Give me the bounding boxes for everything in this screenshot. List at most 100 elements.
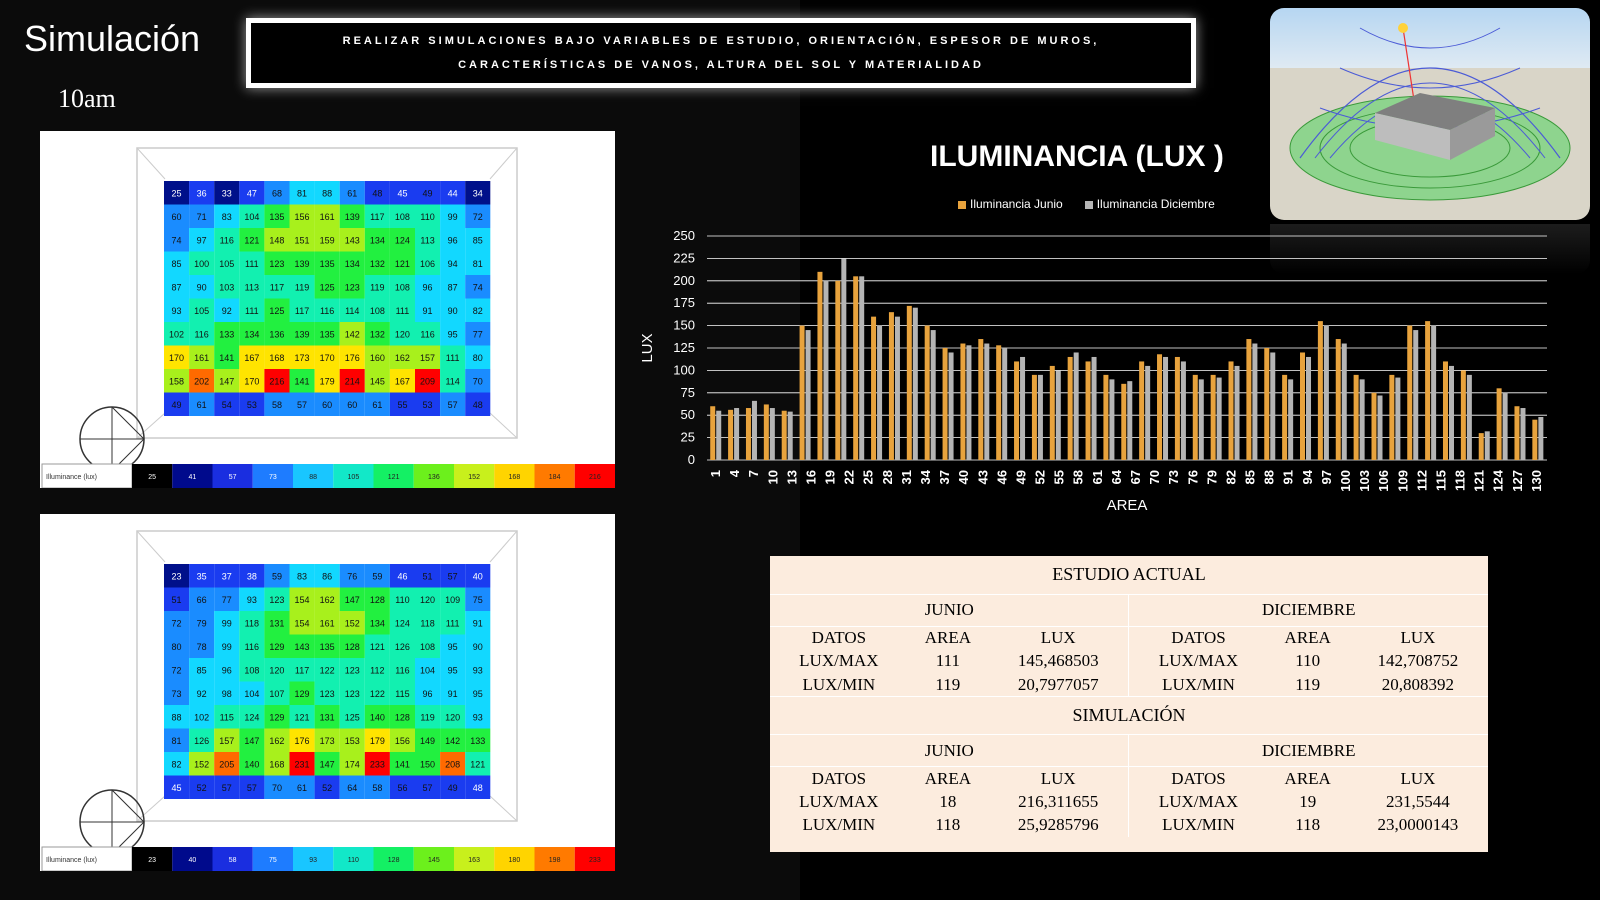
heat-cell-value: 108 [420,642,435,652]
heat-cell-value: 152 [194,759,209,769]
x-tick-label: 1 [708,470,723,477]
col-lux: LUX [988,766,1129,790]
sun-path-illustration [1270,8,1590,220]
heat-cell-value: 128 [345,642,360,652]
heat-cell-value: 161 [194,353,209,363]
bar-diciembre [823,280,829,460]
sun-path-svg [1270,8,1590,220]
heat-cell-value: 115 [395,689,409,699]
heat-cell-value: 45 [172,783,182,793]
heat-cell-value: 111 [446,353,460,363]
heat-cell-value: 38 [247,571,257,581]
row-label: LUX/MIN [802,815,876,835]
heat-cell-value: 104 [244,212,259,222]
heat-cell-value: 103 [219,282,234,292]
cell-area: 118 [935,815,961,835]
bar-junio [1228,361,1234,460]
heat-cell-value: 120 [420,595,435,605]
bar-junio [710,406,716,460]
x-tick-label: 10 [765,470,780,484]
heat-cell-value: 77 [222,595,232,605]
heat-cell-value: 52 [322,783,332,793]
heat-cell-value: 124 [395,618,410,628]
heat-cell-value: 83 [222,212,232,222]
heat-cell-value: 77 [473,329,483,339]
heat-cell-value: 109 [445,595,460,605]
heat-cell-value: 61 [347,188,357,198]
heat-cell-value: 116 [395,665,409,675]
x-tick-label: 4 [727,469,742,477]
col-area: AREA [1267,766,1348,790]
heat-cell-value: 85 [197,665,207,675]
bar-junio [745,408,751,460]
heat-cell-value: 82 [172,759,182,769]
bar-diciembre [1234,365,1240,460]
heat-cell-value: 113 [420,235,434,245]
heat-cell-value: 129 [295,689,310,699]
heat-cell-value: 81 [172,736,182,746]
bar-diciembre [1145,365,1151,460]
heat-cell-value: 95 [473,689,483,699]
bar-junio [1139,361,1145,460]
heat-cell-value: 214 [345,376,360,386]
heat-cell-value: 72 [473,212,483,222]
heat-cell-value: 48 [473,400,483,410]
scale-value: 184 [549,474,561,481]
heat-cell-value: 104 [244,689,259,699]
bar-junio [1157,354,1163,460]
heat-cell-value: 135 [320,642,335,652]
bar-diciembre [716,410,722,460]
heat-cell-value: 108 [370,306,385,316]
heat-cell-value: 120 [269,665,284,675]
heat-cell-value: 55 [397,400,407,410]
heat-cell-value: 57 [448,400,458,410]
banner-text: REALIZAR SIMULACIONES BAJO VARIABLES DE … [342,35,1100,71]
heat-cell-value: 140 [244,759,259,769]
heat-cell-value: 170 [320,353,335,363]
heat-cell-value: 121 [470,759,485,769]
bar-diciembre [966,345,972,460]
row-label: LUX/MIN [802,674,876,694]
heat-cell-value: 139 [345,212,360,222]
heat-cell-value: 111 [446,618,460,628]
bar-junio [942,348,948,460]
heat-cell-value: 88 [322,188,332,198]
bar-diciembre [1502,392,1508,460]
heat-cell-value: 72 [172,618,182,628]
bar-diciembre [1073,352,1079,460]
heat-cell-value: 116 [245,642,259,652]
bar-junio [888,312,894,460]
bar-diciembre [1198,379,1204,460]
heat-cell-value: 61 [197,400,207,410]
heat-cell-value: 46 [397,571,407,581]
heat-cell-value: 179 [370,736,385,746]
x-tick-label: 91 [1281,470,1296,484]
bar-diciembre [1180,361,1186,460]
x-tick-label: 28 [880,470,895,484]
heat-cell-value: 176 [295,736,310,746]
heat-cell-value: 135 [269,212,284,222]
heat-cell-value: 152 [345,618,360,628]
x-axis-label: AREA [1107,497,1148,514]
heat-cell-value: 93 [473,665,483,675]
y-axis-label: LUX [640,333,656,362]
heat-cell-value: 118 [245,618,259,628]
table-title-simulation: SIMULACIÓN [770,696,1488,735]
illuminance-bar-chart: 0 25 50 75 100 125 150 175 200 225 250 1 4 7 10 13 16 19 2… [640,228,1547,514]
heat-cell-value: 91 [448,689,458,699]
bar-junio [1049,365,1055,460]
heat-cell-value: 161 [320,212,335,222]
x-tick-label: 34 [918,469,933,484]
chart-legend: Iluminancia Junio Iluminancia Diciembre [958,197,1215,211]
bar-diciembre [769,408,775,460]
bar-diciembre [1538,416,1544,460]
legend-diciembre: Iluminancia Diciembre [1084,197,1215,211]
heat-cell-value: 123 [269,259,284,269]
col-lux: LUX [1347,625,1488,650]
heat-cell-value: 105 [194,306,209,316]
heat-cell-value: 142 [345,329,360,339]
bar-diciembre [1377,395,1383,460]
bar-junio [1014,361,1020,460]
heat-cell-value: 74 [172,235,182,245]
bar-diciembre [1252,343,1258,460]
